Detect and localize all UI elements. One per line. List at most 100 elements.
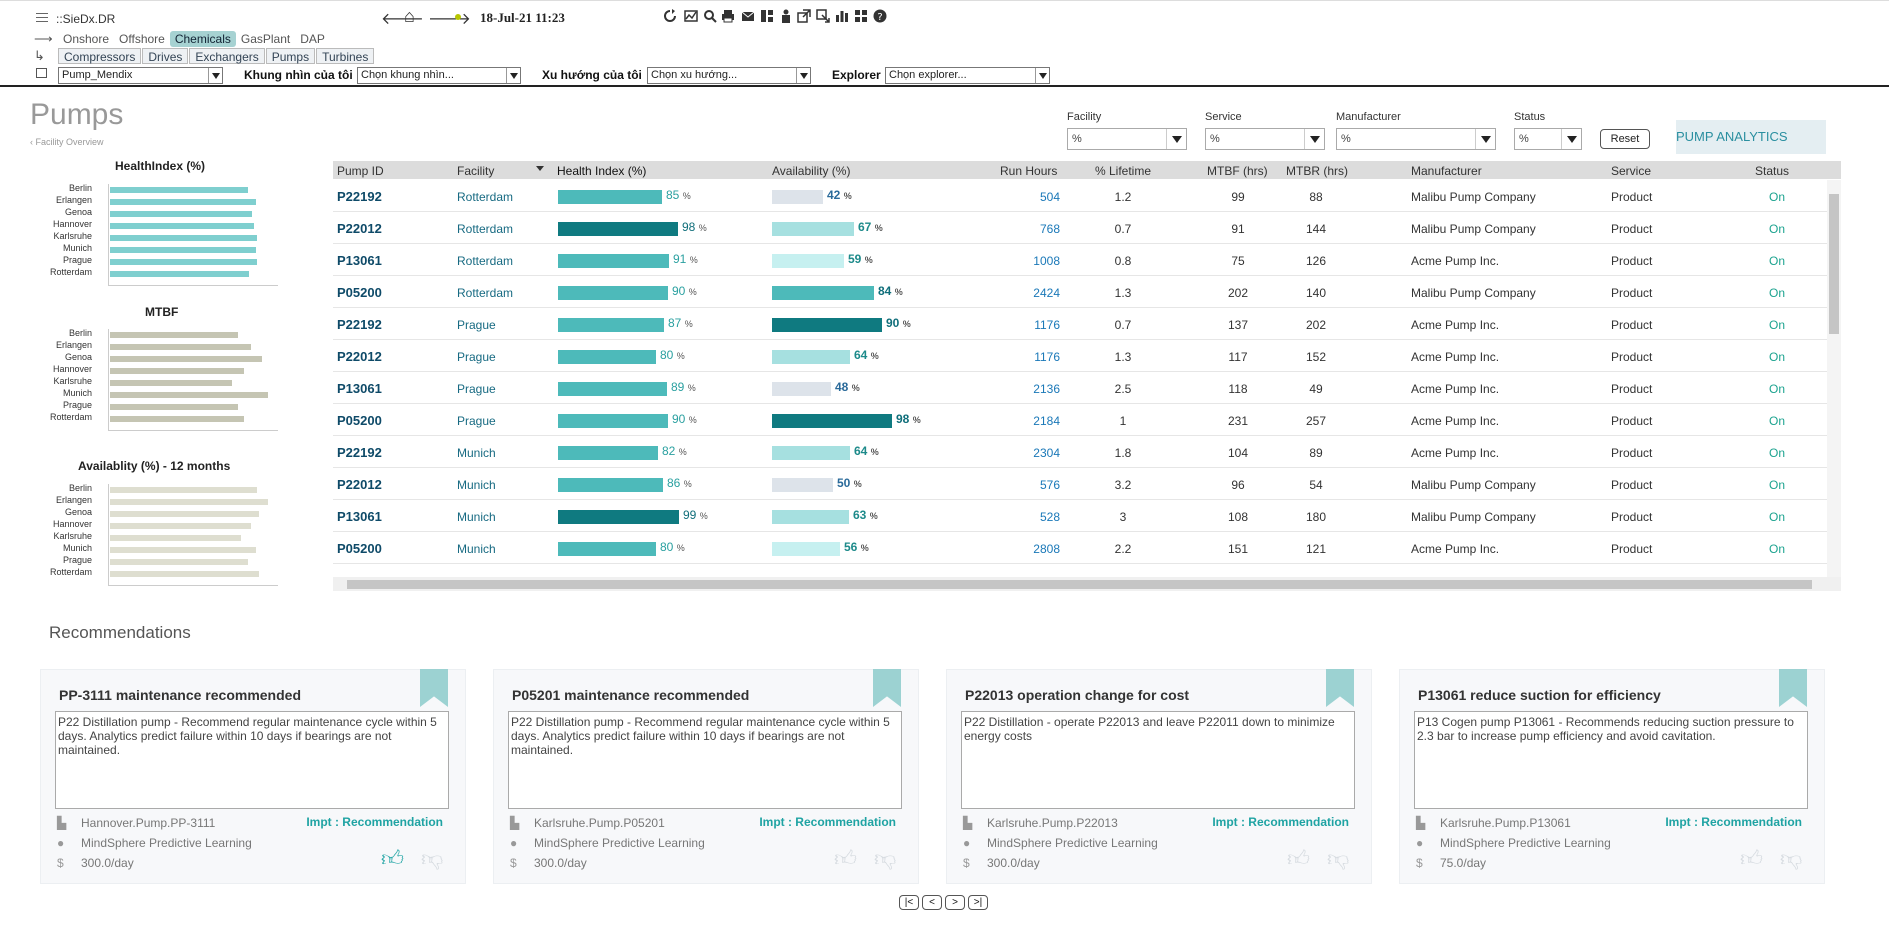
bookmark-icon[interactable] — [1326, 669, 1354, 707]
next-page-button[interactable]: > — [945, 895, 965, 910]
reset-button[interactable]: Reset — [1600, 129, 1650, 149]
pump-id[interactable]: P22012 — [337, 221, 382, 236]
col-service[interactable]: Service — [1611, 164, 1651, 178]
last-page-button[interactable]: >| — [968, 895, 988, 910]
view-select[interactable]: Pump_Mendix — [58, 67, 223, 84]
pump-id[interactable]: P22192 — [337, 445, 382, 460]
thumbs-up-icon[interactable]: 👍︎ — [381, 845, 404, 872]
thumbs-up-icon[interactable]: 👍︎ — [1740, 845, 1763, 872]
pump-id[interactable]: P05200 — [337, 541, 382, 556]
table-row[interactable]: P22192 Munich 82 % 64 % 2304 1.8 104 89 Acme Pum… — [333, 436, 1827, 468]
col-mtbf[interactable]: MTBF (hrs) — [1207, 164, 1268, 178]
card-body[interactable]: P22 Distillation pump - Recommend regula… — [508, 711, 902, 809]
card-body[interactable]: P22 Distillation pump - Recommend regula… — [55, 711, 449, 809]
nav-compressors[interactable]: Compressors — [58, 48, 142, 64]
pump-id[interactable]: P22012 — [337, 477, 382, 492]
table-row[interactable]: P22012 Munich 86 % 50 % 576 3.2 96 54 Malibu Pum… — [333, 468, 1827, 500]
bookmark-icon[interactable] — [420, 669, 448, 707]
horizontal-scrollbar[interactable] — [333, 577, 1841, 591]
nav-drives[interactable]: Drives — [142, 48, 189, 64]
filter-manufacturer-select[interactable]: % — [1336, 128, 1496, 150]
scrollbar-thumb[interactable] — [1829, 194, 1839, 334]
bar-chart-icon[interactable] — [835, 9, 849, 23]
popout-icon[interactable] — [797, 9, 811, 23]
col-mtbr[interactable]: MTBR (hrs) — [1286, 164, 1348, 178]
col-health-index[interactable]: Health Index (%) — [557, 164, 646, 178]
nav-exchangers[interactable]: Exchangers — [189, 48, 265, 64]
nav-offshore[interactable]: Offshore — [114, 31, 170, 47]
table-row[interactable]: P13061 Rotterdam 91 % 59 % 1008 0.8 75 126 Acme … — [333, 244, 1827, 276]
layout-icon[interactable] — [760, 9, 774, 23]
filter-service-select[interactable]: % — [1205, 128, 1325, 150]
explorer-select[interactable]: Chọn explorer... — [885, 67, 1050, 84]
thumbs-up-icon[interactable]: 👍︎ — [1287, 845, 1310, 872]
first-page-button[interactable]: |< — [899, 895, 919, 910]
card-body[interactable]: P22 Distillation - operate P22013 and le… — [961, 711, 1355, 809]
thumbs-down-icon[interactable]: 👎︎ — [1327, 845, 1349, 872]
table-row[interactable]: P05200 Munich 80 % 56 % 2808 2.2 151 121 Acme Pu… — [333, 532, 1827, 564]
pump-id[interactable]: P13061 — [337, 381, 382, 396]
user-icon[interactable] — [779, 9, 793, 23]
pump-id[interactable]: P13061 — [337, 253, 382, 268]
thumbs-down-icon[interactable]: 👎︎ — [421, 845, 443, 872]
factory-icon: ▙ — [1416, 816, 1426, 830]
pump-id[interactable]: P22012 — [337, 349, 382, 364]
sort-down-icon[interactable] — [536, 166, 544, 171]
table-row[interactable]: P05200 Rotterdam 90 % 84 % 2424 1.3 202 140 Mali… — [333, 276, 1827, 308]
nav-chemicals[interactable]: Chemicals — [169, 31, 236, 47]
pump-id[interactable]: P13061 — [337, 509, 382, 524]
thumbs-up-icon[interactable]: 👍︎ — [834, 845, 857, 872]
bookmark-icon[interactable] — [873, 669, 901, 707]
pump-id[interactable]: P22192 — [337, 189, 382, 204]
trend-icon[interactable] — [684, 9, 698, 23]
card-body[interactable]: P13 Cogen pump P13061 - Recommends reduc… — [1414, 711, 1808, 809]
table-row[interactable]: P22012 Rotterdam 98 % 67 % 768 0.7 91 144 Malibu… — [333, 212, 1827, 244]
print-icon[interactable] — [721, 9, 735, 23]
nav-pumps[interactable]: Pumps — [265, 48, 316, 64]
col-status[interactable]: Status — [1755, 164, 1789, 178]
col-facility[interactable]: Facility — [457, 164, 494, 178]
forward-icon[interactable]: 🡒 — [428, 8, 471, 29]
grid-icon[interactable] — [854, 9, 868, 23]
thumbs-down-icon[interactable]: 👎︎ — [874, 845, 896, 872]
home-icon[interactable]: ⌂ — [404, 6, 415, 27]
table-row[interactable]: P22192 Rotterdam 85 % 42 % 504 1.2 99 88 Malibu … — [333, 180, 1827, 212]
health-bar — [558, 510, 679, 524]
thumbs-down-icon[interactable]: 👎︎ — [1780, 845, 1802, 872]
vertical-scrollbar[interactable] — [1827, 180, 1841, 577]
bookmark-icon[interactable] — [1779, 669, 1807, 707]
col-availability[interactable]: Availability (%) — [772, 164, 850, 178]
filter-status-select[interactable]: % — [1514, 128, 1582, 150]
table-row[interactable]: P13061 Munich 99 % 63 % 528 3 108 180 Malibu Pum… — [333, 500, 1827, 532]
nav-dap[interactable]: DAP — [295, 31, 330, 47]
refresh-icon[interactable] — [663, 9, 677, 23]
mail-icon[interactable] — [741, 9, 755, 23]
col-lifetime[interactable]: % Lifetime — [1095, 164, 1151, 178]
table-row[interactable]: P22012 Prague 80 % 64 % 1176 1.3 117 152 Acme Pu… — [333, 340, 1827, 372]
filter-facility-select[interactable]: % — [1067, 128, 1187, 150]
pump-id[interactable]: P22192 — [337, 317, 382, 332]
pump-analytics-link[interactable]: PUMP ANALYTICS — [1676, 120, 1826, 154]
xu-huong-select[interactable]: Chọn xu hướng... — [647, 67, 811, 84]
table-row[interactable]: P22192 Prague 87 % 90 % 1176 0.7 137 202 Acme Pu… — [333, 308, 1827, 340]
nav-onshore[interactable]: Onshore — [58, 31, 114, 47]
export-icon[interactable] — [816, 9, 830, 23]
col-manufacturer[interactable]: Manufacturer — [1411, 164, 1482, 178]
help-icon[interactable]: ? — [873, 9, 887, 23]
table-row[interactable]: P13061 Prague 89 % 48 % 2136 2.5 118 49 Acme Pum… — [333, 372, 1827, 404]
back-icon[interactable]: 🡐 — [381, 8, 424, 29]
search-icon[interactable] — [703, 9, 717, 23]
col-pump-id[interactable]: Pump ID — [337, 164, 384, 178]
nav-gasplant[interactable]: GasPlant — [236, 31, 295, 47]
breadcrumb[interactable]: ‹ Facility Overview — [30, 137, 104, 147]
mtbr-cell: 257 — [1305, 414, 1327, 428]
nav-turbines[interactable]: Turbines — [316, 48, 375, 64]
prev-page-button[interactable]: < — [922, 895, 942, 910]
pump-id[interactable]: P05200 — [337, 413, 382, 428]
scrollbar-thumb[interactable] — [347, 580, 1812, 589]
menu-icon[interactable] — [36, 13, 48, 25]
khung-select[interactable]: Chọn khung nhìn... — [357, 67, 521, 84]
col-run-hours[interactable]: Run Hours — [1000, 164, 1057, 178]
pump-id[interactable]: P05200 — [337, 285, 382, 300]
table-row[interactable]: P05200 Prague 90 % 98 % 2184 1 231 257 Acme Pump… — [333, 404, 1827, 436]
